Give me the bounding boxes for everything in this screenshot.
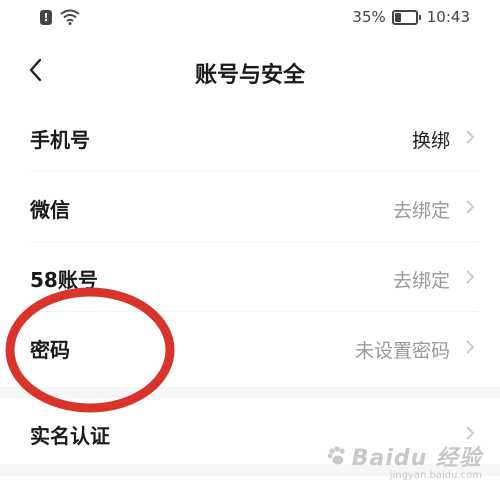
row-label: 微信 [30, 198, 70, 222]
status-bar: ! 35% 10:43 [0, 0, 500, 36]
settings-list: 手机号 换绑 微信 去绑定 58账号 去绑定 密码 未设置密码 实名认证 [0, 102, 500, 467]
row-label: 密码 [30, 338, 70, 362]
battery-percent: 35% [352, 8, 386, 26]
watermark-url: jingyan.baidu.com [389, 470, 482, 481]
row-label: 58账号 [30, 268, 98, 292]
page-title: 账号与安全 [194, 63, 305, 88]
battery-icon [391, 9, 421, 25]
alert-icon: ! [40, 9, 52, 25]
status-icons-right: 35% 10:43 [352, 8, 470, 26]
row-label: 实名认证 [30, 424, 110, 448]
chevron-right-icon [466, 130, 475, 144]
row-value: 换绑 [411, 130, 450, 152]
row-58-account[interactable]: 58账号 去绑定 [30, 242, 478, 312]
row-value: 去绑定 [392, 200, 450, 222]
chevron-right-icon [466, 200, 475, 214]
status-icons-left: ! [40, 9, 80, 25]
row-value: 未设置密码 [354, 340, 450, 362]
row-value: 去绑定 [392, 270, 450, 292]
watermark: Baidu 经验 jingyan.baidu.com [326, 440, 482, 481]
watermark-brand: Baidu 经验 [351, 446, 482, 471]
row-wechat[interactable]: 微信 去绑定 [30, 172, 478, 242]
row-phone[interactable]: 手机号 换绑 [30, 102, 478, 172]
row-password[interactable]: 密码 未设置密码 [30, 312, 478, 381]
nav-bar: 账号与安全 [0, 40, 500, 102]
section-divider [0, 387, 500, 398]
row-label: 手机号 [30, 128, 90, 152]
paw-icon [327, 446, 345, 465]
wifi-icon [60, 9, 80, 25]
clock: 10:43 [426, 8, 470, 26]
chevron-right-icon [466, 340, 475, 354]
chevron-right-icon [466, 270, 475, 284]
baidu-jingyan-logo: Baidu 经验 [326, 440, 482, 472]
